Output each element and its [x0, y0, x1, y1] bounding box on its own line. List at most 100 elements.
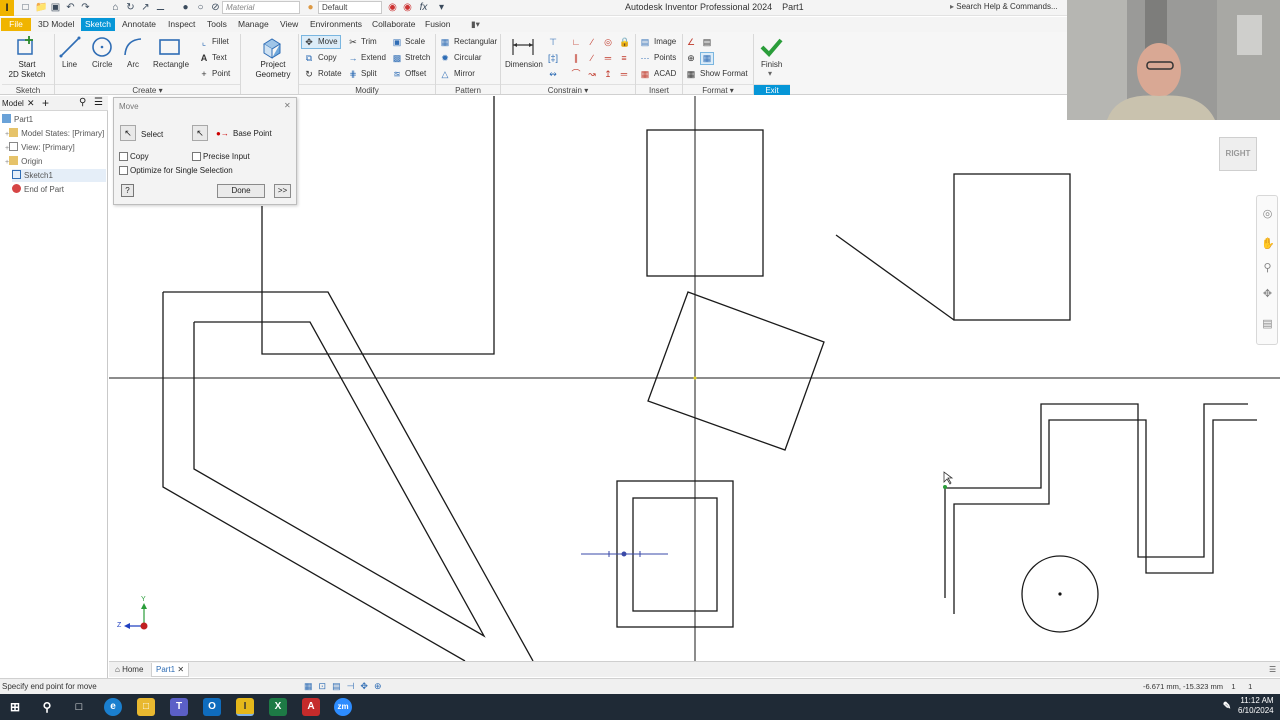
circular-pattern-button[interactable]: Circular: [454, 53, 482, 62]
edge-browser-icon[interactable]: e: [104, 698, 122, 716]
customize-icon[interactable]: ▾: [436, 2, 447, 13]
line-icon[interactable]: [59, 36, 81, 58]
open-folder-icon[interactable]: 📁: [35, 2, 47, 13]
new-file-icon[interactable]: □: [20, 2, 31, 13]
fillet-icon[interactable]: ⌞: [199, 37, 209, 47]
status-toolbar[interactable]: ▦⊡▤⊣✥⊕: [304, 681, 388, 692]
trim-button[interactable]: Trim: [361, 37, 377, 46]
copy-button[interactable]: Copy: [318, 53, 337, 62]
color-override-icon[interactable]: ●: [180, 2, 191, 13]
equal-length-icon[interactable]: ═: [619, 69, 629, 79]
save-icon[interactable]: ▣: [50, 2, 61, 13]
stretch-button[interactable]: Stretch: [405, 53, 430, 62]
tree-item-view[interactable]: + View: [Primary]: [5, 141, 75, 154]
panel-title-constrain[interactable]: Constrain ▾: [501, 84, 635, 95]
tab-inspect[interactable]: Inspect: [165, 18, 198, 31]
concentric-icon[interactable]: ◎: [603, 37, 613, 47]
rotate-button[interactable]: Rotate: [318, 69, 342, 78]
center-point-icon[interactable]: ⊕: [686, 53, 696, 63]
copy-icon[interactable]: ⧉: [304, 53, 314, 63]
undo-icon[interactable]: ↶: [65, 2, 76, 13]
text-button[interactable]: Text: [212, 53, 227, 62]
vertical-icon[interactable]: ↥: [603, 69, 613, 79]
close-tab-icon[interactable]: ✕: [177, 665, 184, 674]
excel-icon[interactable]: X: [269, 698, 287, 716]
parallel-check-icon[interactable]: ∕: [587, 37, 597, 47]
equal-icon[interactable]: ≡: [619, 53, 629, 63]
horizontal-icon[interactable]: ═: [603, 53, 613, 63]
image-button[interactable]: Image: [654, 37, 676, 46]
tab-tools[interactable]: Tools: [204, 18, 230, 31]
circle-icon[interactable]: [91, 36, 113, 58]
collinear-icon[interactable]: ∕: [587, 53, 597, 63]
menu-icon[interactable]: ☰: [94, 97, 103, 108]
adjust-icon[interactable]: ◉: [387, 2, 398, 13]
clear-icon[interactable]: ◉: [402, 2, 413, 13]
tab-view[interactable]: View: [277, 18, 301, 31]
extend-icon[interactable]: →: [348, 53, 358, 63]
teams-icon[interactable]: T: [170, 698, 188, 716]
rectangular-pattern-button[interactable]: Rectangular: [454, 37, 497, 46]
measure-icon[interactable]: ⚊: [155, 2, 166, 13]
close-icon[interactable]: ✕: [27, 98, 35, 109]
select-arrow-button[interactable]: ↖: [120, 125, 136, 141]
acrobat-icon[interactable]: A: [302, 698, 320, 716]
taskbar-clock[interactable]: 11:12 AM 6/10/2024: [1238, 696, 1274, 716]
add-tab-icon[interactable]: +: [42, 96, 49, 110]
tree-item-end-of-part[interactable]: End of Part: [12, 183, 64, 196]
project-geometry-label[interactable]: Project Geometry: [250, 60, 296, 80]
text-icon[interactable]: A: [199, 53, 209, 63]
line-button[interactable]: Line: [62, 60, 77, 69]
appearance-icon[interactable]: ○: [195, 2, 206, 13]
finish-sketch-button[interactable]: Finish: [761, 60, 782, 69]
centerline-icon[interactable]: ▤: [702, 37, 712, 47]
tree-item-origin[interactable]: + Origin: [5, 155, 42, 168]
scale-button[interactable]: Scale: [405, 37, 425, 46]
search-icon[interactable]: ⚲: [38, 698, 56, 716]
more-options-button[interactable]: >>: [274, 184, 291, 198]
show-format-icon[interactable]: ▦: [686, 69, 696, 79]
search-help-field[interactable]: ▸ Search Help & Commands...: [950, 1, 1065, 14]
mirror-button[interactable]: Mirror: [454, 69, 475, 78]
fix-constraint-icon[interactable]: [‡]: [548, 53, 558, 63]
tab-part1[interactable]: Part1 ✕: [151, 663, 190, 677]
zoom-icon[interactable]: ⚲: [1261, 262, 1274, 275]
stretch-icon[interactable]: ▩: [392, 53, 402, 63]
split-button[interactable]: Split: [361, 69, 377, 78]
tab-manage[interactable]: Manage: [235, 18, 272, 31]
steering-wheel-icon[interactable]: ◎: [1261, 208, 1274, 221]
rotate-icon[interactable]: ↻: [304, 69, 314, 79]
tab-file[interactable]: File: [1, 18, 31, 31]
tab-3d-model[interactable]: 3D Model: [35, 18, 77, 31]
done-button[interactable]: Done: [217, 184, 265, 198]
optimize-single-selection-checkbox[interactable]: [119, 166, 128, 175]
home-icon[interactable]: ⌂: [110, 2, 121, 13]
points-button[interactable]: Points: [654, 53, 676, 62]
arc-icon[interactable]: [122, 36, 144, 58]
finish-dropdown-icon[interactable]: ▾: [768, 69, 772, 78]
arc-button[interactable]: Arc: [127, 60, 139, 69]
coincident-constraint-icon[interactable]: ⊤: [548, 37, 558, 47]
show-format-button[interactable]: Show Format: [700, 69, 748, 78]
appearance-dropdown[interactable]: Default: [318, 1, 382, 14]
pan-hand-icon[interactable]: ✋: [1261, 238, 1275, 251]
points-icon[interactable]: ⋯: [640, 53, 650, 63]
symmetric-icon[interactable]: ↝: [587, 69, 597, 79]
panel-title-format[interactable]: Format ▾: [683, 84, 753, 95]
look-at-icon[interactable]: ▤: [1261, 318, 1274, 331]
extend-button[interactable]: Extend: [361, 53, 386, 62]
acad-icon[interactable]: ▦: [640, 69, 650, 79]
point-icon[interactable]: +: [199, 69, 209, 79]
offset-icon[interactable]: ≊: [392, 69, 402, 79]
tree-item-sketch1[interactable]: Sketch1: [12, 169, 106, 182]
mirror-icon[interactable]: △: [440, 69, 450, 79]
panel-title-create[interactable]: Create ▾: [55, 84, 240, 95]
rectangular-pattern-icon[interactable]: ▦: [440, 37, 450, 47]
circle-button[interactable]: Circle: [92, 60, 112, 69]
tab-sketch[interactable]: Sketch: [81, 18, 115, 31]
perpendicular-icon[interactable]: ∟: [571, 37, 581, 47]
inventor-logo[interactable]: I: [0, 0, 14, 16]
browser-tab-model[interactable]: Model: [2, 99, 24, 108]
project-geometry-icon[interactable]: [260, 36, 284, 60]
start-2d-sketch-label[interactable]: Start 2D Sketch: [4, 60, 50, 80]
